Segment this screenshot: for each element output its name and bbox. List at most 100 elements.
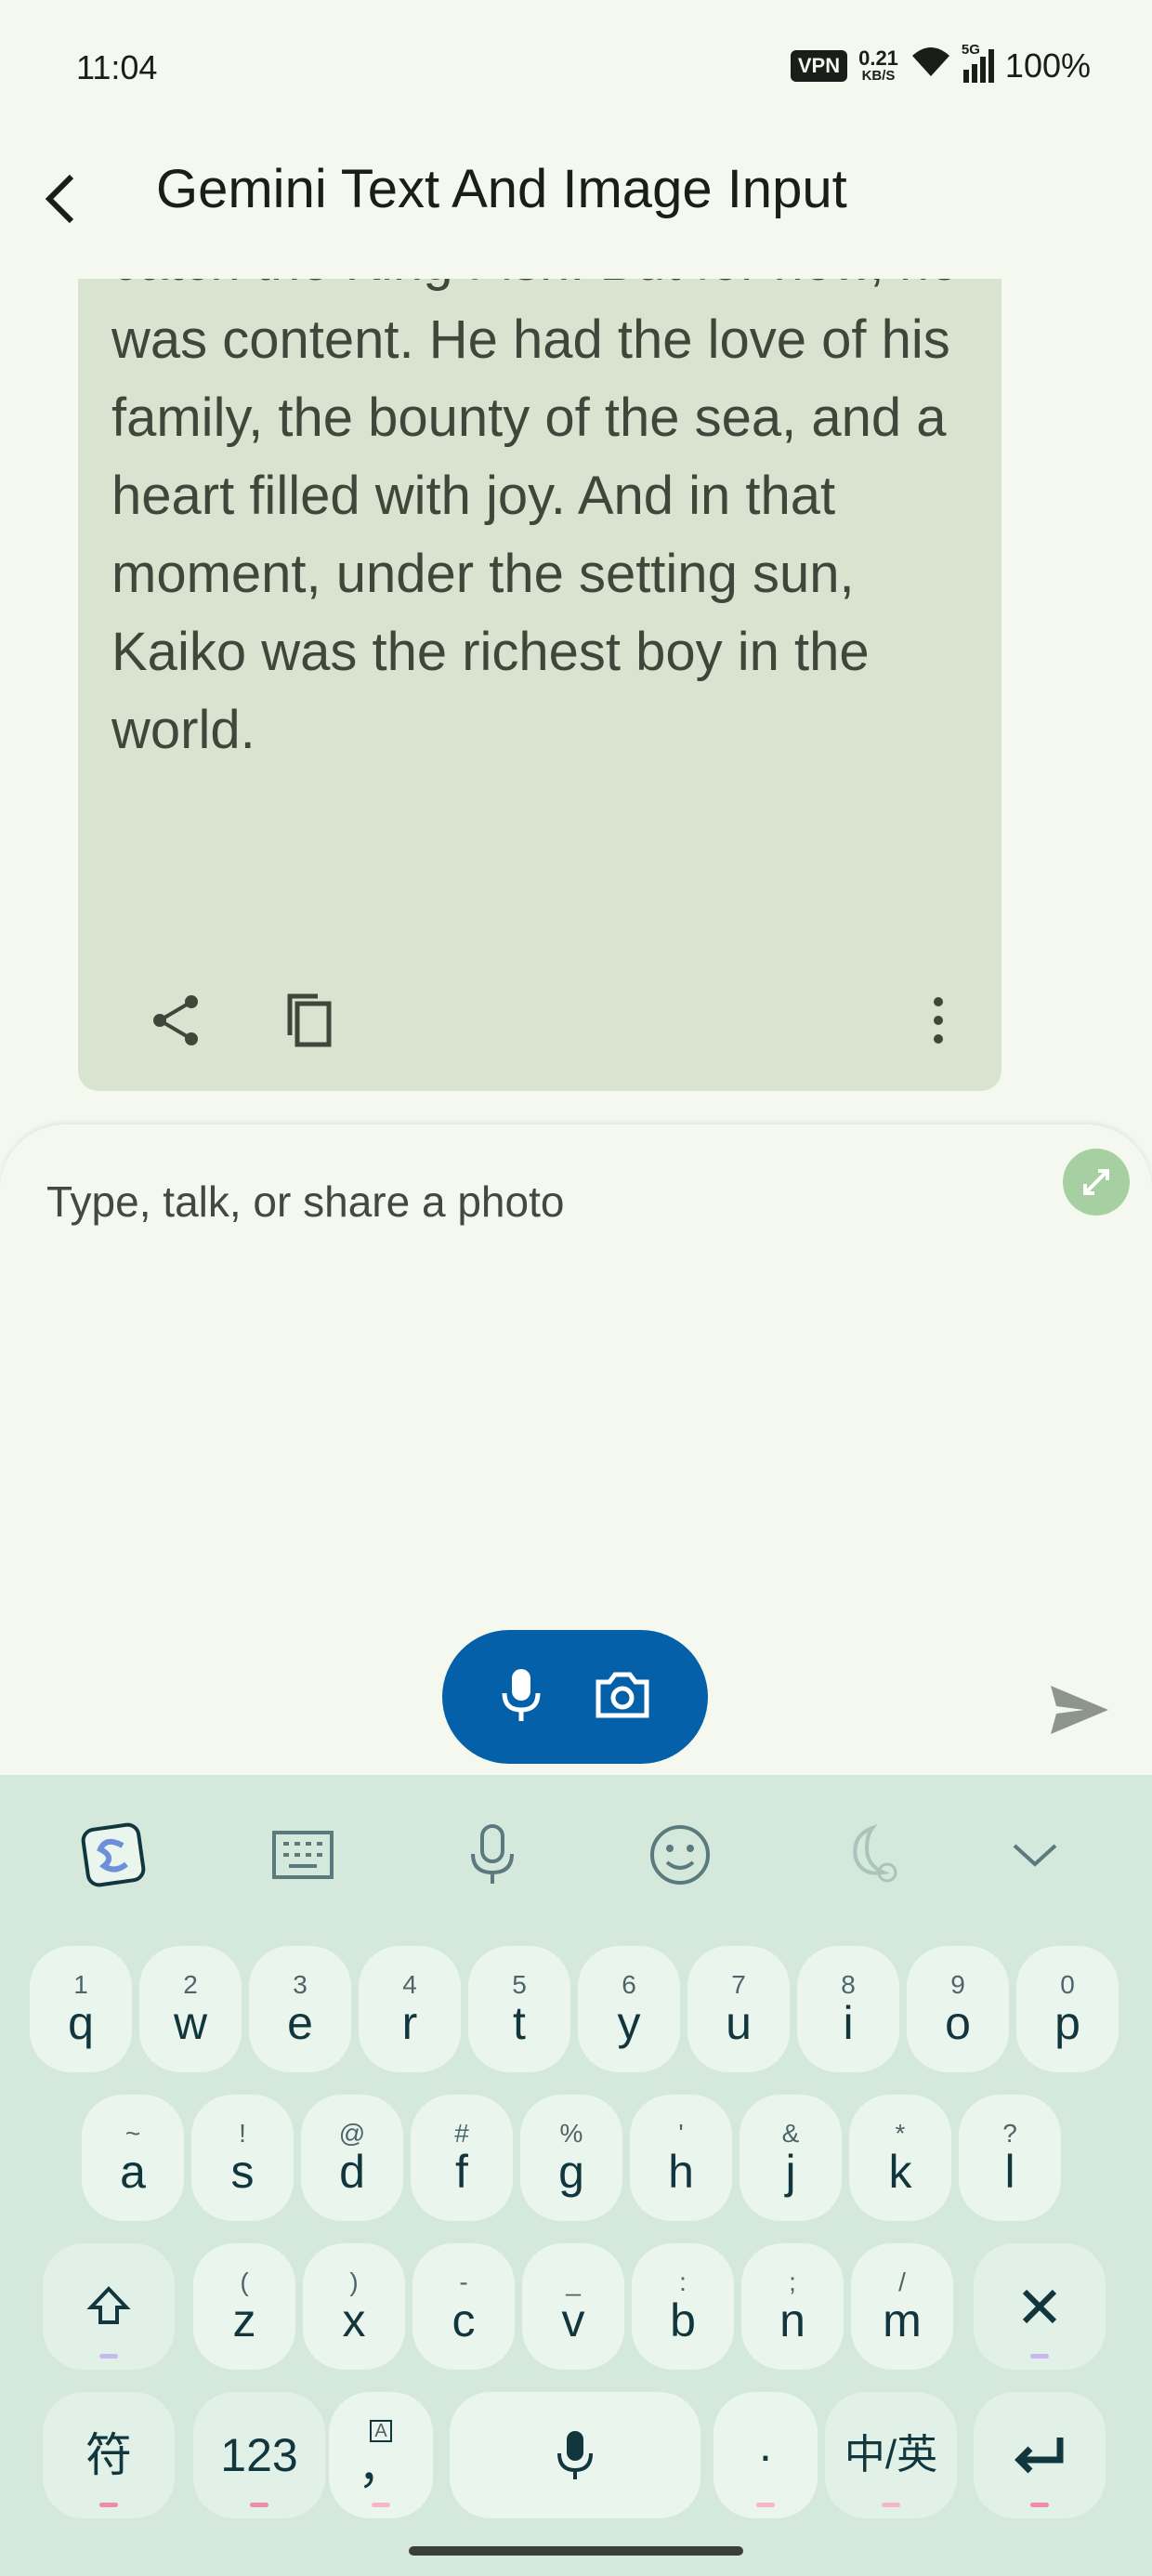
input-sheet: Type, talk, or share a photo	[0, 1124, 1152, 1775]
key-label: b	[670, 2294, 696, 2346]
key-p[interactable]: 0p	[1016, 1946, 1119, 2072]
key-i[interactable]: 8i	[797, 1946, 899, 2072]
key-x[interactable]: ) x	[303, 2243, 405, 2370]
key-b[interactable]: :b	[632, 2243, 734, 2370]
key-u[interactable]: 7u	[687, 1946, 790, 2072]
shift-key[interactable]	[43, 2243, 175, 2370]
comma-key[interactable]: A ，	[329, 2392, 433, 2518]
delete-key[interactable]	[974, 2243, 1106, 2370]
network-speed: 0.21 KB/S	[858, 46, 898, 84]
key-hint: 8	[841, 1970, 856, 1999]
key-o[interactable]: 9o	[907, 1946, 1009, 2072]
voice-icon	[471, 1824, 514, 1884]
response-text: catch the King Fish. But for now, he was…	[111, 279, 959, 760]
key-label: o	[945, 1997, 971, 2049]
key-hint: :	[679, 2267, 687, 2296]
home-indicator[interactable]	[409, 2546, 743, 2556]
key-label: d	[339, 2146, 365, 2198]
key-h[interactable]: ' h	[630, 2095, 732, 2221]
key-r[interactable]: 4r	[359, 1946, 461, 2072]
key-hint: 1	[73, 1970, 88, 1999]
more-options-button[interactable]	[903, 985, 974, 1056]
key-v[interactable]: _ v	[522, 2243, 624, 2370]
voice-input-button[interactable]	[455, 1818, 530, 1892]
keyboard-switch-button[interactable]	[266, 1818, 340, 1892]
expand-button[interactable]	[1063, 1149, 1130, 1216]
sogou-logo-icon	[81, 1822, 146, 1887]
prompt-input[interactable]: Type, talk, or share a photo	[46, 1176, 564, 1227]
key-hint: 6	[622, 1970, 636, 1999]
key-d[interactable]: @ d	[301, 2095, 403, 2221]
keyboard-icon	[272, 1831, 334, 1879]
key-hint: %	[559, 2119, 583, 2148]
copy-button[interactable]	[273, 985, 344, 1056]
key-hint: '	[678, 2119, 684, 2148]
back-button[interactable]	[26, 164, 97, 234]
key-s[interactable]: ! s	[191, 2095, 294, 2221]
key-label: r	[401, 1997, 418, 2049]
key-label: l	[1004, 2146, 1015, 2198]
network-speed-value: 0.21	[858, 46, 898, 70]
key-a[interactable]: ~ a	[82, 2095, 184, 2221]
key-label: f	[455, 2146, 468, 2198]
key-q[interactable]: 1q	[30, 1946, 132, 2072]
key-z[interactable]: (z	[193, 2243, 295, 2370]
key-t[interactable]: 5t	[468, 1946, 570, 2072]
key-g[interactable]: % g	[520, 2095, 622, 2221]
mic-button[interactable]	[498, 1665, 544, 1729]
sogou-logo-button[interactable]	[76, 1818, 151, 1892]
symbols-key[interactable]: 符	[43, 2392, 175, 2518]
status-bar: 11:04 VPN 0.21 KB/S 5G 100%	[0, 0, 1152, 139]
key-hint: 7	[731, 1970, 746, 1999]
language-switch-key[interactable]: 中/英	[825, 2392, 957, 2518]
send-button[interactable]	[1042, 1673, 1117, 1747]
emoji-button[interactable]	[643, 1818, 717, 1892]
copy-icon	[287, 993, 332, 1047]
dark-mode-icon	[853, 1823, 897, 1883]
symbols-key-label: 符	[85, 2429, 132, 2481]
key-e[interactable]: 3e	[249, 1946, 351, 2072]
key-y[interactable]: 6y	[578, 1946, 680, 2072]
camera-button[interactable]	[593, 1669, 652, 1726]
language-switch-label: 中/英	[844, 2432, 938, 2477]
key-hint: *	[895, 2119, 906, 2148]
key-hint: ;	[789, 2267, 796, 2296]
mic-icon	[502, 1668, 541, 1721]
key-label: g	[558, 2146, 584, 2198]
key-label: w	[173, 1997, 208, 2049]
key-j[interactable]: & j	[740, 2095, 842, 2221]
key-l[interactable]: ? l	[959, 2095, 1061, 2221]
key-n[interactable]: ; n	[741, 2243, 844, 2370]
key-hint: @	[338, 2119, 366, 2148]
share-button[interactable]	[141, 985, 212, 1056]
key-label: i	[843, 1997, 854, 2049]
space-key[interactable]	[450, 2392, 700, 2518]
key-c[interactable]: -c	[412, 2243, 515, 2370]
key-label: y	[617, 1997, 641, 2049]
numbers-key[interactable]: 123	[193, 2392, 325, 2518]
collapse-keyboard-button[interactable]	[998, 1818, 1072, 1892]
network-speed-unit: KB/S	[861, 68, 896, 84]
key-label: c	[452, 2294, 476, 2346]
key-w[interactable]: 2w	[139, 1946, 242, 2072]
enter-key[interactable]	[974, 2392, 1106, 2518]
expand-icon	[1083, 1169, 1109, 1195]
status-icons: VPN 0.21 KB/S 5G 100%	[790, 42, 1091, 86]
camera-icon	[596, 1672, 649, 1717]
key-hint: &	[781, 2119, 800, 2148]
response-actions	[78, 985, 1001, 1069]
period-key[interactable]: ·	[713, 2392, 818, 2518]
space-mic-icon	[557, 2431, 593, 2479]
key-hint: (	[240, 2267, 249, 2296]
key-hint: )	[349, 2267, 359, 2296]
key-label: v	[561, 2294, 585, 2346]
key-label: s	[230, 2146, 255, 2198]
dark-mode-button[interactable]	[834, 1818, 909, 1892]
key-hint: 2	[183, 1970, 198, 1999]
key-hint: 0	[1060, 1970, 1075, 1999]
key-label: t	[513, 1997, 526, 2049]
key-hint: #	[454, 2119, 469, 2148]
key-f[interactable]: # f	[411, 2095, 513, 2221]
key-m[interactable]: / m	[851, 2243, 953, 2370]
key-k[interactable]: * k	[849, 2095, 951, 2221]
